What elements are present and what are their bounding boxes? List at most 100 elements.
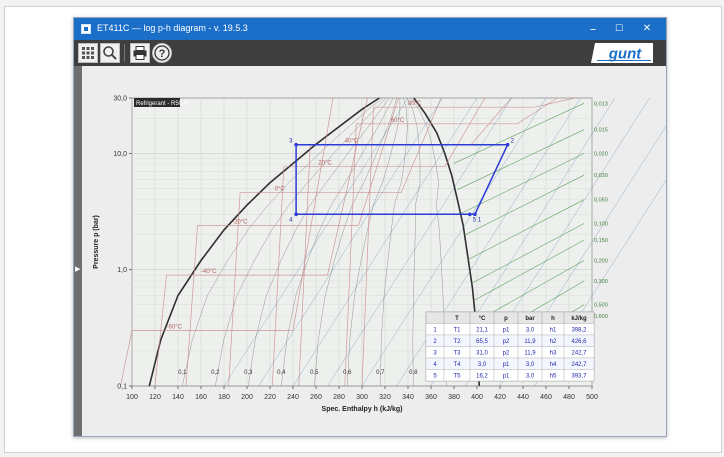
isotherm-label: 0°C: [275, 187, 286, 193]
x-tick-label: 220: [264, 394, 276, 401]
x-tick-label: 460: [540, 394, 552, 401]
table-header: T: [455, 316, 459, 322]
x-tick-label: 280: [333, 394, 345, 401]
x-tick-label: 300: [356, 394, 368, 401]
isotherm-label: -20°C: [232, 220, 248, 226]
isentrope-label: 0,020: [594, 152, 608, 158]
isotherm-label: -40°C: [201, 269, 217, 275]
table-cell: p2: [503, 339, 510, 345]
x-tick-label: 100: [126, 394, 138, 401]
help-button[interactable]: ?: [152, 43, 172, 63]
table-cell: 3,0: [526, 328, 535, 334]
title-bar[interactable]: ET411C — log p-h diagram - v. 19.5.3 – ☐…: [74, 18, 666, 40]
table-cell: 398,2: [571, 328, 587, 334]
print-button[interactable]: [130, 43, 150, 63]
x-tick-label: 440: [517, 394, 529, 401]
x-tick-label: 120: [149, 394, 161, 401]
isentrope-label: 0,015: [594, 128, 608, 134]
table-cell: T4: [453, 362, 461, 368]
table-cell: 16,2: [476, 374, 488, 380]
x-axis-label: Spec. Enthalpy h (kJ/kg): [322, 406, 403, 413]
print-icon: [133, 46, 147, 60]
table-cell: h3: [550, 351, 557, 357]
grid-button[interactable]: [78, 43, 98, 63]
x-tick-label: 480: [563, 394, 575, 401]
zoom-button[interactable]: [100, 43, 120, 63]
app-icon: [81, 24, 91, 34]
table-header: kJ/kg: [571, 316, 587, 322]
y-tick-label: 1,0: [117, 267, 127, 274]
isotherm-label: 60°C: [391, 118, 405, 124]
table-cell: 3,0: [478, 362, 487, 368]
table-cell: h5: [550, 374, 557, 380]
isotherm-label: 20°C: [318, 161, 332, 167]
log-ph-chart[interactable]: 1234 5 100 120 140 160 180 200 220 240 260 280 300 3…: [82, 66, 719, 436]
quality-label: 0,4: [277, 370, 286, 376]
table-cell: h1: [550, 328, 557, 334]
quality-label: 0,1: [178, 370, 187, 376]
isentrope-label: 0,300: [594, 279, 608, 285]
y-tick-label: 30,0: [113, 96, 127, 103]
close-button[interactable]: ✕: [634, 18, 660, 40]
table-header: °C: [479, 316, 486, 322]
state-table: T °C p bar h kJ/kg1 T1 21,1 p1 3,0 h1 398,22 T2 65,5 p…: [425, 311, 595, 382]
isotherm-label: 80°C: [408, 101, 422, 107]
isentrope-label: 0,150: [594, 238, 608, 244]
table-header-cell: [425, 311, 445, 324]
isentrope-label: 0,013: [594, 101, 608, 107]
maximize-button[interactable]: ☐: [606, 18, 632, 40]
table-header: h: [551, 316, 555, 322]
svg-text:?: ?: [159, 48, 166, 60]
table-cell: 242,7: [571, 351, 587, 357]
x-tick-label: 240: [287, 394, 299, 401]
toolbar: ? gunt: [74, 40, 666, 66]
x-tick-label: 500: [586, 394, 598, 401]
app-window: ET411C — log p-h diagram - v. 19.5.3 – ☐…: [73, 17, 719, 437]
isentrope-label: 0,500: [594, 303, 608, 309]
x-tick-label: 320: [379, 394, 391, 401]
x-tick-label: 400: [471, 394, 483, 401]
table-cell: 11,9: [524, 351, 536, 357]
x-tick-label: 140: [172, 394, 184, 401]
table-cell: T1: [453, 328, 461, 334]
minimize-button[interactable]: –: [580, 18, 606, 40]
chart-area: 12345 100 120 140 160 180 200 220 240 260 280 300 3…: [82, 66, 719, 436]
table-cell: p1: [503, 328, 510, 334]
chart-title: Refrigerant - R507a: [136, 101, 189, 107]
isentrope-label: 0,600: [594, 314, 608, 320]
table-cell: 242,7: [571, 362, 587, 368]
isentrope-label: 0,200: [594, 259, 608, 265]
isotherm-label: -60°C: [167, 325, 183, 331]
quality-label: 0,5: [310, 370, 319, 376]
x-tick-label: 180: [218, 394, 230, 401]
x-tick-label: 200: [241, 394, 253, 401]
x-tick-label: 260: [310, 394, 322, 401]
isentrope-label: 0,050: [594, 198, 608, 204]
table-cell: T3: [453, 351, 461, 357]
table-cell: 65,5: [476, 339, 488, 345]
table-header: bar: [525, 316, 535, 322]
quality-label: 0,3: [244, 370, 253, 376]
cycle-point[interactable]: [473, 212, 477, 217]
cycle-point[interactable]: [505, 142, 510, 147]
table-cell: h2: [550, 339, 557, 345]
y-tick-label: 10,0: [113, 151, 127, 158]
help-icon: ?: [154, 45, 170, 61]
cycle-point[interactable]: [294, 212, 298, 217]
table-cell: h4: [550, 362, 557, 368]
table-cell: 3,0: [526, 374, 535, 380]
cycle-point[interactable]: [468, 212, 472, 217]
x-tick-label: 420: [494, 394, 506, 401]
quality-label: 0,8: [409, 370, 418, 376]
expand-arrow-icon: ▶: [75, 265, 81, 273]
x-tick-label: 160: [195, 394, 207, 401]
window-title: ET411C — log p-h diagram - v. 19.5.3: [97, 23, 248, 33]
svg-text:gunt: gunt: [608, 46, 642, 63]
cycle-point[interactable]: [294, 142, 298, 147]
quality-label: 0,2: [211, 370, 220, 376]
side-panel-toggle[interactable]: ▶: [74, 66, 82, 436]
table-cell: 3,0: [526, 362, 535, 368]
table-cell: p1: [503, 362, 510, 368]
table-cell: p2: [503, 351, 510, 357]
grid-icon: [82, 47, 94, 59]
